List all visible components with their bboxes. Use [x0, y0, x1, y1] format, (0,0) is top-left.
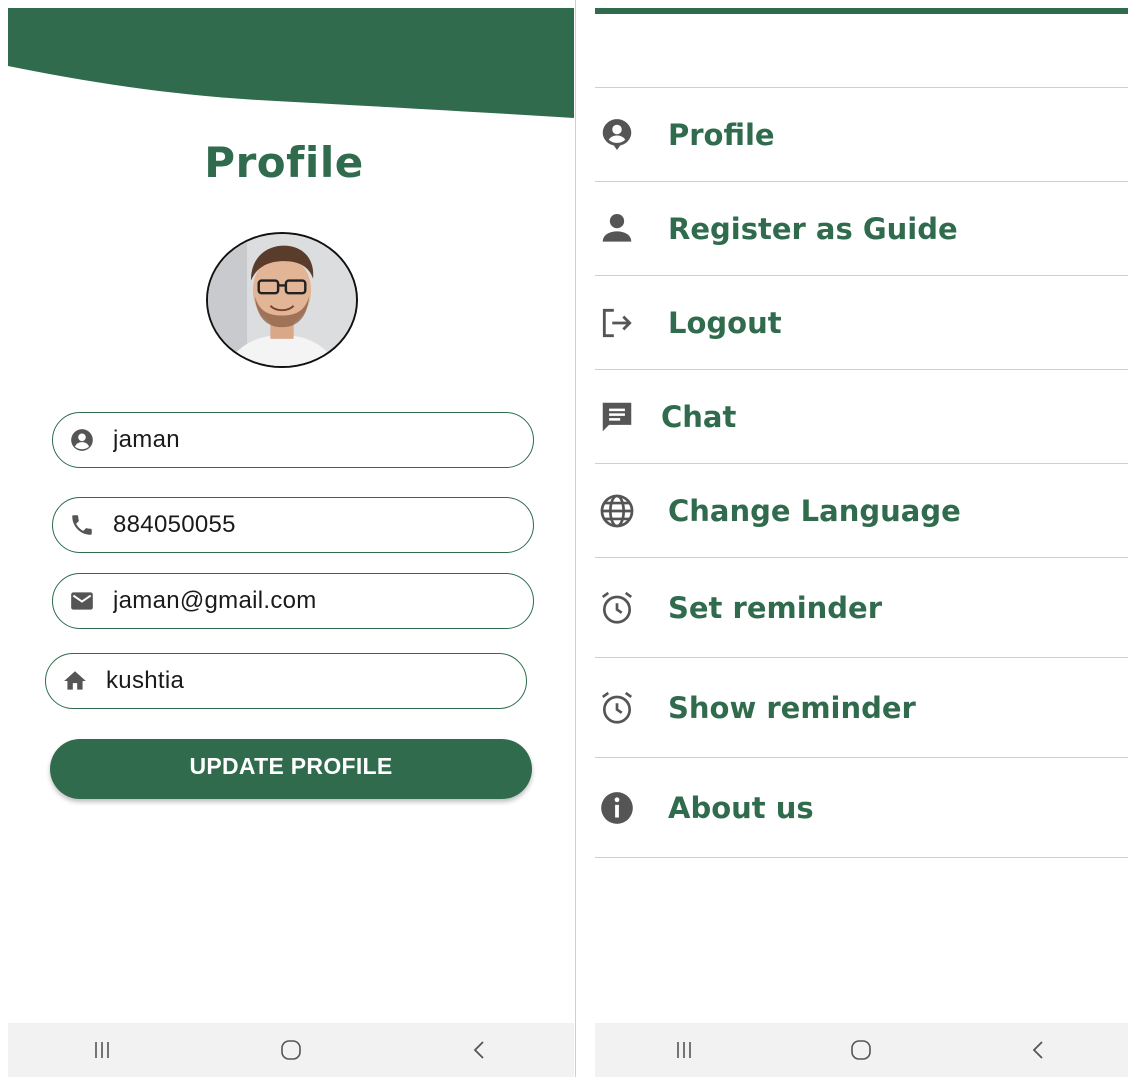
- menu-item-show-reminder[interactable]: Show reminder: [595, 658, 1128, 758]
- mail-icon: [69, 588, 95, 614]
- menu-screen: Profile Register as Guide Logout Chat Ch: [595, 8, 1128, 1077]
- avatar[interactable]: [206, 232, 358, 368]
- drawer-menu: Profile Register as Guide Logout Chat Ch: [595, 87, 1128, 858]
- home-button-icon[interactable]: [271, 1030, 311, 1070]
- address-input[interactable]: [106, 667, 486, 695]
- chat-icon: [597, 397, 637, 437]
- avatar-photo: [208, 234, 356, 366]
- update-profile-button[interactable]: UPDATE PROFILE: [50, 739, 532, 799]
- system-nav-bar: [595, 1023, 1128, 1077]
- globe-icon: [597, 491, 637, 531]
- recents-icon[interactable]: [82, 1030, 122, 1070]
- name-input[interactable]: [113, 426, 493, 454]
- menu-label: Chat: [661, 399, 737, 434]
- back-icon[interactable]: [460, 1030, 500, 1070]
- alarm-icon: [597, 688, 637, 728]
- home-icon: [62, 668, 88, 694]
- menu-item-profile[interactable]: Profile: [595, 88, 1128, 182]
- menu-label: Set reminder: [668, 590, 883, 625]
- alarm-icon: [597, 588, 637, 628]
- menu-item-about-us[interactable]: About us: [595, 758, 1128, 858]
- home-button-icon[interactable]: [841, 1030, 881, 1070]
- top-accent-bar: [595, 8, 1128, 14]
- phone-field[interactable]: [52, 497, 534, 553]
- menu-item-register-guide[interactable]: Register as Guide: [595, 182, 1128, 276]
- logout-icon: [597, 303, 637, 343]
- recents-icon[interactable]: [664, 1030, 704, 1070]
- back-icon[interactable]: [1019, 1030, 1059, 1070]
- menu-label: Show reminder: [668, 690, 916, 725]
- menu-label: About us: [668, 790, 814, 825]
- page-title: Profile: [204, 138, 364, 187]
- menu-item-chat[interactable]: Chat: [595, 370, 1128, 464]
- person-icon: [597, 209, 637, 249]
- address-field[interactable]: [45, 653, 527, 709]
- screen-divider: [575, 0, 576, 1077]
- menu-label: Profile: [668, 117, 775, 152]
- menu-item-change-language[interactable]: Change Language: [595, 464, 1128, 558]
- menu-item-logout[interactable]: Logout: [595, 276, 1128, 370]
- phone-input[interactable]: [113, 511, 493, 539]
- account-circle-icon: [69, 427, 95, 453]
- header-wave: [8, 8, 574, 118]
- email-field[interactable]: [52, 573, 534, 629]
- account-pin-icon: [597, 115, 637, 155]
- profile-screen: Profile jaman 884050055 jaman@gmail.com …: [8, 8, 574, 1077]
- info-icon: [597, 788, 637, 828]
- phone-icon: [69, 512, 95, 538]
- email-input[interactable]: [113, 587, 493, 615]
- menu-item-set-reminder[interactable]: Set reminder: [595, 558, 1128, 658]
- name-field[interactable]: [52, 412, 534, 468]
- menu-label: Logout: [668, 305, 782, 340]
- system-nav-bar: [8, 1023, 574, 1077]
- menu-label: Change Language: [668, 493, 961, 528]
- menu-label: Register as Guide: [668, 211, 958, 246]
